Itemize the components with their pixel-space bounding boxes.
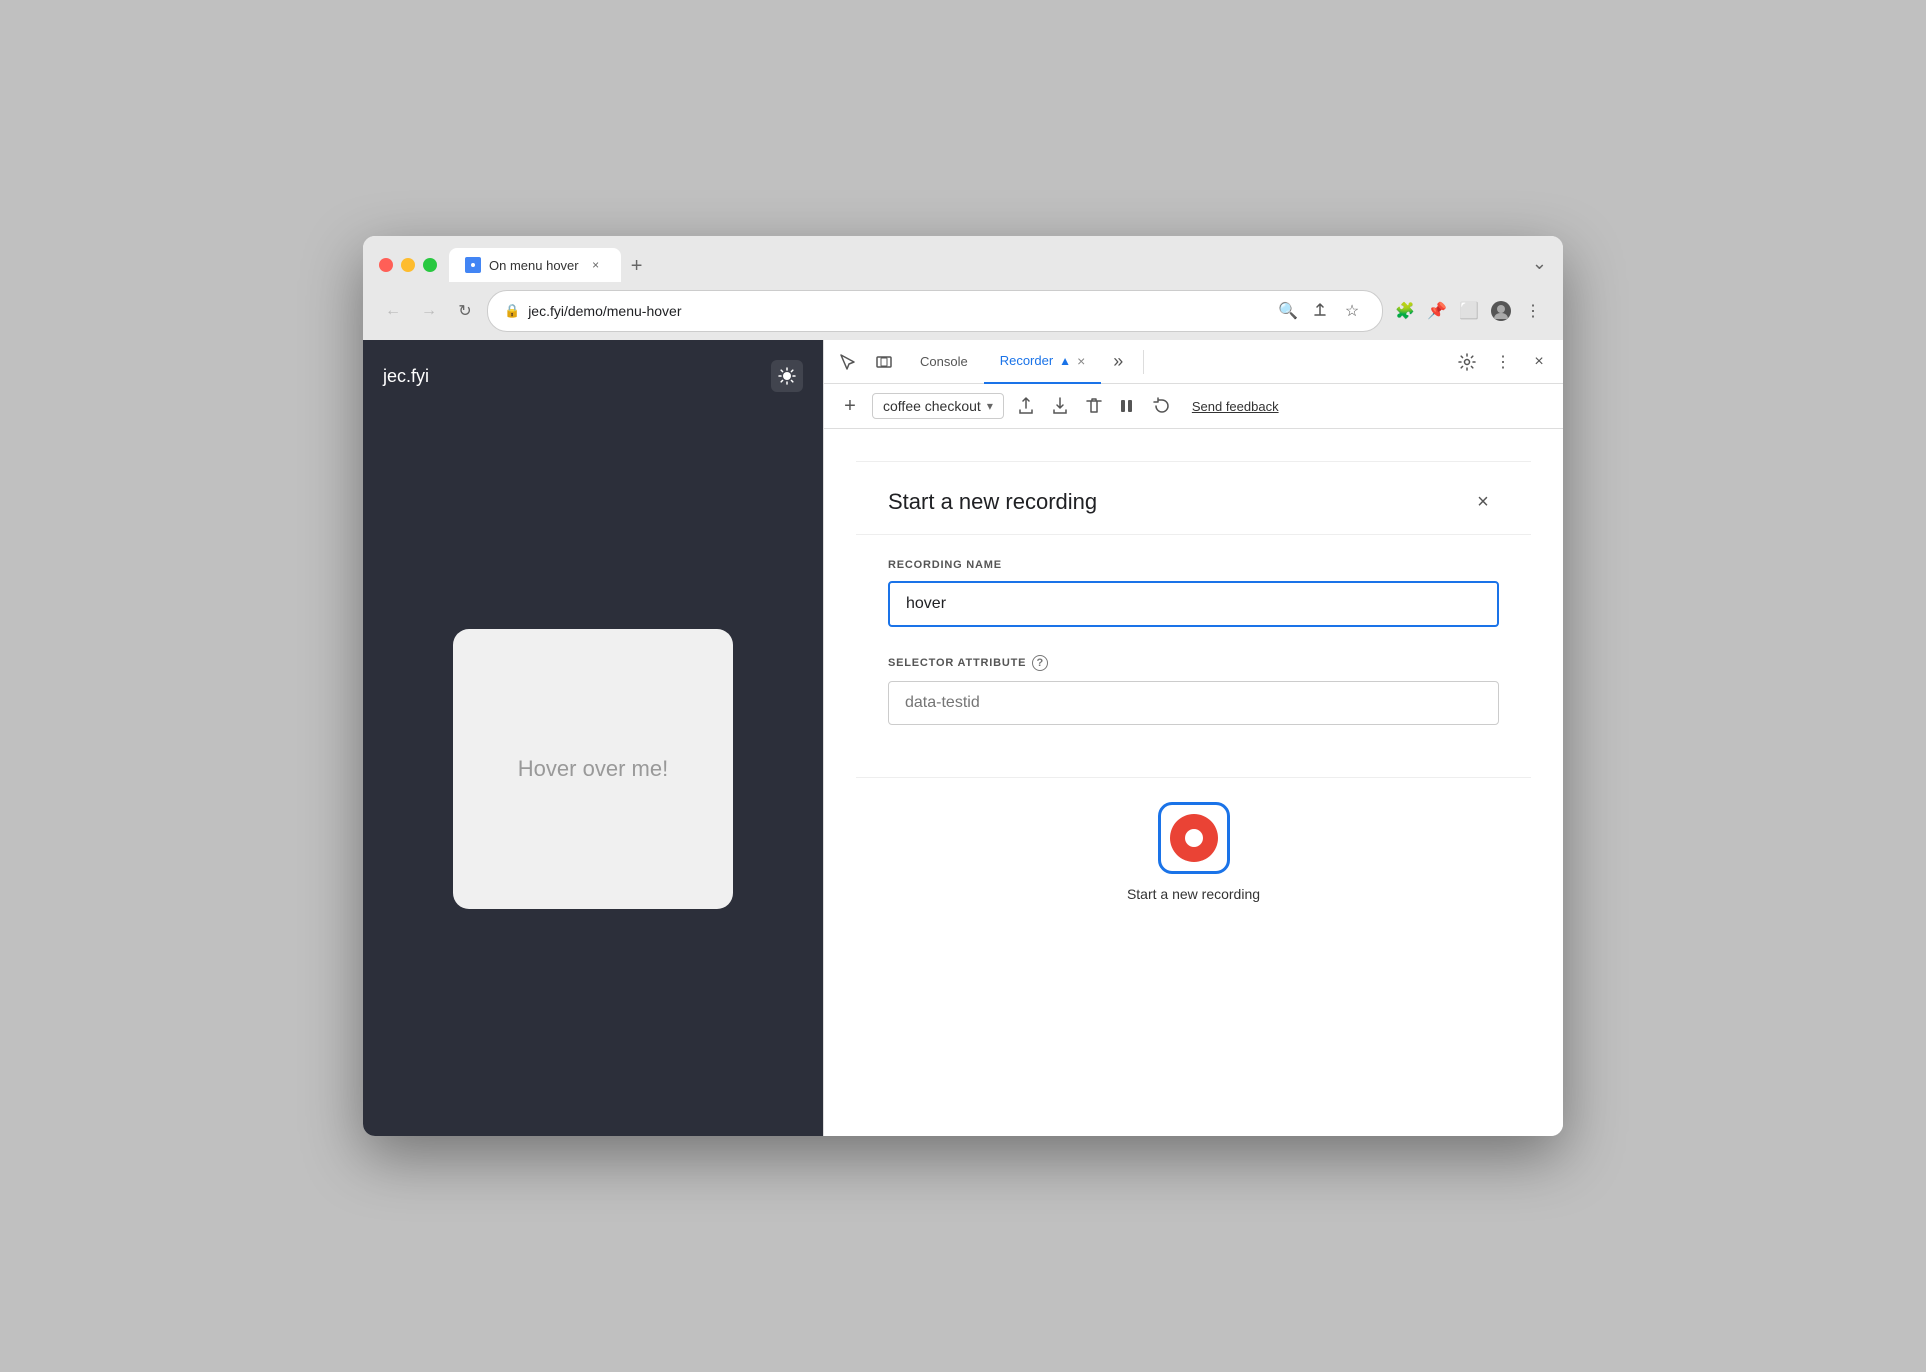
dialog-footer: Start a new recording — [856, 777, 1531, 926]
upload-recording-button[interactable] — [1012, 392, 1040, 420]
close-icon: × — [1534, 353, 1543, 371]
back-icon: ← — [385, 302, 401, 320]
record-btn-dot — [1185, 829, 1203, 847]
tab-title: On menu hover — [489, 258, 579, 273]
recording-selector[interactable]: coffee checkout ▾ — [872, 393, 1004, 419]
browser-window: On menu hover × + ⌄ ← → ↻ 🔒 jec.fyi/d — [363, 236, 1563, 1136]
browser-content: jec.fyi Hover over me! — [363, 340, 1563, 1136]
start-new-recording-button[interactable] — [1158, 802, 1230, 874]
dialog-title: Start a new recording — [888, 489, 1097, 515]
tab-close-button[interactable]: × — [587, 256, 605, 274]
download-recording-button[interactable] — [1046, 392, 1074, 420]
dialog-header: Start a new recording × — [856, 462, 1531, 535]
devtools-menu-button[interactable]: ⋮ — [1487, 346, 1519, 378]
extensions-icon[interactable]: 🧩 — [1391, 297, 1419, 325]
inspect-element-button[interactable] — [832, 346, 864, 378]
recording-name: coffee checkout — [883, 398, 981, 414]
new-tab-button[interactable]: + — [621, 250, 653, 282]
forward-button[interactable]: → — [415, 297, 443, 325]
active-tab[interactable]: On menu hover × — [449, 248, 621, 282]
add-recording-button[interactable]: + — [836, 392, 864, 420]
url-bar-actions: 🔍 ☆ — [1274, 297, 1366, 325]
page-logo: jec.fyi — [383, 366, 429, 387]
window-icon[interactable]: ⬜ — [1455, 297, 1483, 325]
minimize-window-button[interactable] — [401, 258, 415, 272]
lock-icon: 🔒 — [504, 303, 520, 319]
forward-icon: → — [421, 302, 437, 320]
pin-icon[interactable]: 📌 — [1423, 297, 1451, 325]
profile-icon[interactable] — [1487, 297, 1515, 325]
browser-actions: 🧩 📌 ⬜ ⋮ — [1391, 297, 1547, 325]
delete-recording-button[interactable] — [1080, 392, 1108, 420]
dialog-overlay: Start a new recording × RECORDING NAME S… — [824, 429, 1563, 1136]
recorder-tab-close[interactable]: × — [1077, 353, 1085, 369]
dialog-close-button[interactable]: × — [1467, 486, 1499, 518]
devtools-topbar: Console Recorder ▲ × » — [824, 340, 1563, 384]
tab-favicon — [465, 257, 481, 273]
kebab-icon: ⋮ — [1495, 352, 1511, 372]
divider — [1143, 350, 1144, 374]
title-bar: On menu hover × + ⌄ — [363, 236, 1563, 282]
maximize-window-button[interactable] — [423, 258, 437, 272]
page-area: jec.fyi Hover over me! — [363, 340, 823, 1136]
devtools-tabs: Console Recorder ▲ × — [904, 340, 1101, 384]
devtools-area: Console Recorder ▲ × » — [823, 340, 1563, 1136]
tab-bar: On menu hover × + ⌄ — [449, 248, 1547, 282]
start-recording-label: Start a new recording — [1127, 886, 1260, 902]
url-text: jec.fyi/demo/menu-hover — [528, 303, 1266, 319]
devtools-right-actions: ⋮ × — [1451, 346, 1555, 378]
theme-toggle-button[interactable] — [771, 360, 803, 392]
devtools-close-button[interactable]: × — [1523, 346, 1555, 378]
page-content: Hover over me! — [383, 422, 803, 1116]
reload-icon: ↻ — [458, 301, 471, 321]
browser-menu-icon[interactable]: ⋮ — [1519, 297, 1547, 325]
share-icon[interactable] — [1306, 297, 1334, 325]
url-bar[interactable]: 🔒 jec.fyi/demo/menu-hover 🔍 ☆ — [487, 290, 1383, 332]
tab-menu-button[interactable]: ⌄ — [1532, 253, 1547, 282]
bookmark-icon[interactable]: ☆ — [1338, 297, 1366, 325]
device-mode-button[interactable] — [868, 346, 900, 378]
hover-card[interactable]: Hover over me! — [453, 629, 733, 909]
more-tabs-button[interactable]: » — [1105, 351, 1131, 372]
recorder-pin-icon: ▲ — [1059, 354, 1071, 368]
dialog-close-icon: × — [1477, 491, 1489, 514]
selector-help-icon[interactable]: ? — [1032, 655, 1048, 671]
send-feedback-button[interactable]: Send feedback — [1192, 399, 1279, 414]
recorder-toolbar: + coffee checkout ▾ — [824, 384, 1563, 429]
search-icon[interactable]: 🔍 — [1274, 297, 1302, 325]
recorder-actions — [1012, 392, 1176, 420]
reload-button[interactable]: ↻ — [451, 297, 479, 325]
address-bar: ← → ↻ 🔒 jec.fyi/demo/menu-hover 🔍 ☆ 🧩 — [363, 282, 1563, 340]
replay-recording-button[interactable] — [1148, 392, 1176, 420]
selector-attribute-label: SELECTOR ATTRIBUTE ? — [888, 655, 1499, 671]
chevron-down-icon: ▾ — [987, 399, 993, 413]
dialog-body: RECORDING NAME SELECTOR ATTRIBUTE ? — [856, 535, 1531, 777]
tab-recorder[interactable]: Recorder ▲ × — [984, 340, 1102, 384]
recording-name-label: RECORDING NAME — [888, 559, 1499, 571]
play-recording-button[interactable] — [1114, 392, 1142, 420]
record-btn-inner — [1170, 814, 1218, 862]
devtools-settings-button[interactable] — [1451, 346, 1483, 378]
tab-console[interactable]: Console — [904, 340, 984, 384]
traffic-lights — [379, 258, 437, 272]
new-recording-dialog: Start a new recording × RECORDING NAME S… — [856, 461, 1531, 926]
back-button[interactable]: ← — [379, 297, 407, 325]
hover-card-text: Hover over me! — [518, 756, 668, 782]
page-header: jec.fyi — [383, 360, 803, 392]
recording-name-input[interactable] — [888, 581, 1499, 627]
selector-attribute-input[interactable] — [888, 681, 1499, 725]
close-window-button[interactable] — [379, 258, 393, 272]
